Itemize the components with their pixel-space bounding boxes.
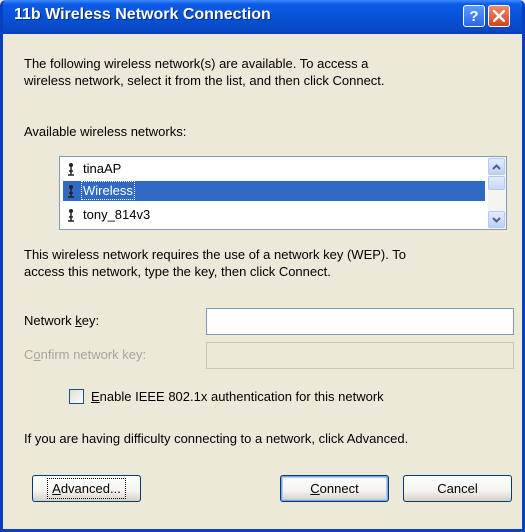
network-item-tinaap[interactable]: tinaAP — [63, 159, 485, 179]
dialog-window: 11b Wireless Network Connection ? The fo… — [0, 0, 525, 532]
network-key-input[interactable] — [206, 308, 514, 335]
help-button[interactable]: ? — [463, 5, 485, 27]
scroll-up-button[interactable] — [488, 158, 505, 175]
connect-button-label: Connect — [310, 481, 359, 496]
chevron-up-icon — [492, 163, 501, 170]
key-info-line-1: This wireless network requires the use o… — [24, 247, 406, 262]
cancel-button[interactable]: Cancel — [403, 475, 512, 502]
key-info-line-2: access this network, type the key, then … — [24, 264, 331, 279]
advanced-button[interactable]: Advanced... — [32, 475, 141, 502]
connect-button[interactable]: Connect — [280, 475, 389, 502]
antenna-icon — [68, 185, 74, 198]
network-key-label: Network key: — [24, 313, 100, 328]
title-bar[interactable]: 11b Wireless Network Connection ? — [3, 0, 522, 34]
cancel-button-label: Cancel — [437, 481, 478, 496]
advanced-hint: If you are having difficulty connecting … — [24, 431, 409, 446]
help-icon: ? — [469, 7, 479, 25]
network-name: tinaAP — [83, 161, 122, 176]
scroll-thumb[interactable] — [488, 176, 505, 190]
ieee8021x-checkbox[interactable] — [69, 389, 84, 404]
chevron-down-icon — [492, 216, 501, 223]
confirm-key-label: Confirm network key: — [24, 347, 147, 362]
close-icon — [493, 10, 505, 22]
advanced-button-label: Advanced... — [47, 478, 126, 499]
ieee8021x-label[interactable]: Enable IEEE 802.1x authentication for th… — [91, 389, 384, 405]
networks-label: Available wireless networks: — [24, 124, 187, 139]
intro-line-2: wireless network, select it from the lis… — [24, 73, 385, 88]
intro-line-1: The following wireless network(s) are av… — [24, 56, 369, 71]
network-item-wireless[interactable]: Wireless — [63, 181, 485, 201]
network-list[interactable]: tinaAP Wireless tony_814v3 — [59, 156, 507, 230]
scroll-down-button[interactable] — [488, 211, 505, 228]
network-item-tony-814v3[interactable]: tony_814v3 — [63, 205, 485, 225]
list-scrollbar[interactable] — [488, 157, 506, 229]
antenna-icon — [68, 163, 74, 176]
network-name: tony_814v3 — [83, 207, 151, 222]
confirm-key-input — [206, 342, 514, 369]
close-button[interactable] — [488, 5, 510, 27]
window-title: 11b Wireless Network Connection — [14, 6, 271, 23]
network-name: Wireless — [81, 181, 135, 200]
antenna-icon — [68, 209, 74, 222]
